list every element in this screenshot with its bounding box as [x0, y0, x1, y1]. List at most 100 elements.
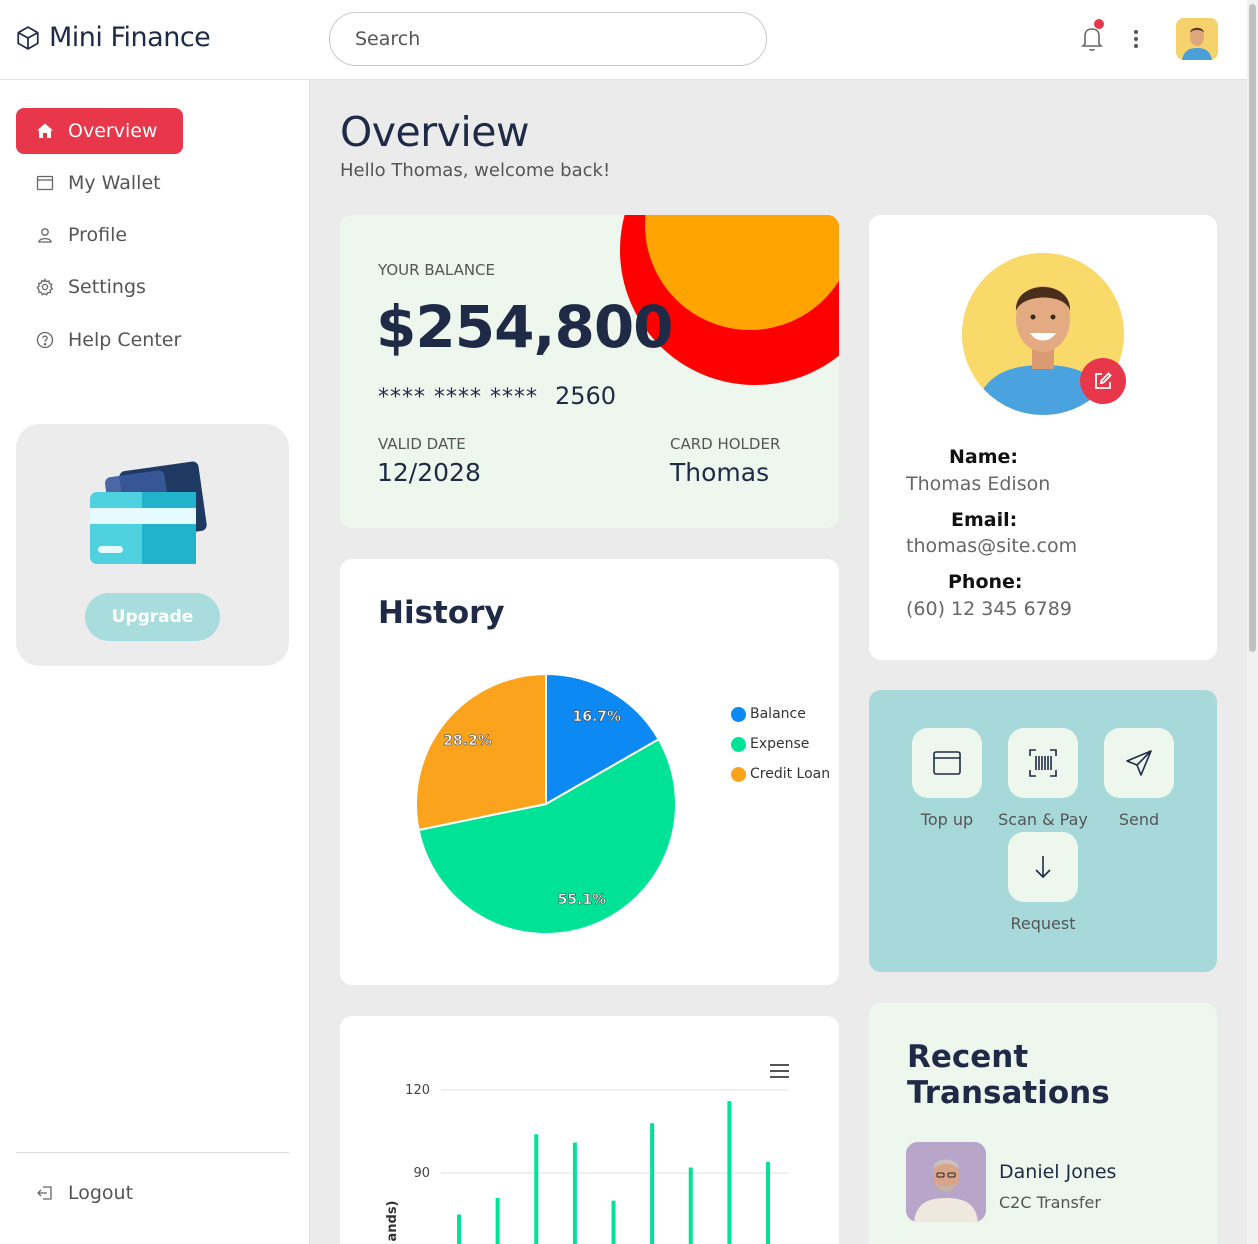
pie-slice-credit-loan[interactable] — [415, 672, 547, 832]
pie-data-label: 55.1% — [558, 892, 607, 908]
sidebar-item-label: Settings — [68, 276, 146, 298]
bar[interactable] — [688, 1167, 693, 1244]
top-header: Mini Finance — [0, 0, 1247, 80]
card-number-last4: 2560 — [555, 382, 617, 410]
top-up-action[interactable]: Top up — [892, 728, 1002, 829]
page-subtitle: Hello Thomas, welcome back! — [340, 160, 611, 181]
page-title: Overview — [340, 108, 530, 156]
legend-item-balance[interactable]: Balance — [731, 699, 830, 729]
email-value: thomas@site.com — [906, 535, 1078, 557]
sidebar-item-label: Overview — [68, 120, 158, 142]
chart-menu-icon[interactable] — [770, 1064, 789, 1078]
sidebar-item-my-wallet[interactable]: My Wallet — [16, 160, 183, 206]
bar[interactable] — [766, 1161, 770, 1244]
upgrade-button[interactable]: Upgrade — [85, 593, 220, 641]
search-input[interactable] — [329, 12, 767, 66]
history-card: History 16.7% 55.1% 28.2% Balance Expense … — [340, 559, 839, 985]
pie-data-label: 28.2% — [443, 733, 492, 749]
legend-item-credit-loan[interactable]: Credit Loan — [731, 759, 830, 789]
request-action[interactable]: Request — [988, 832, 1098, 933]
chart-legend: Balance Expense Credit Loan — [731, 699, 830, 789]
upgrade-card: Upgrade — [16, 424, 289, 666]
bar[interactable] — [495, 1197, 500, 1244]
top-up-label: Top up — [920, 810, 974, 829]
balance-card: YOUR BALANCE $254,800 **** **** **** 256… — [340, 215, 839, 528]
sidebar-item-profile[interactable]: Profile — [16, 212, 183, 258]
sidebar-item-label: My Wallet — [68, 172, 161, 194]
request-label: Request — [1010, 914, 1076, 933]
bar[interactable] — [572, 1142, 577, 1244]
bar[interactable] — [727, 1101, 732, 1244]
sidebar-divider — [16, 1152, 289, 1153]
logout-button[interactable]: Logout — [16, 1170, 216, 1216]
sidebar: Overview My Wallet Profile Settings Help… — [0, 80, 310, 1244]
send-action[interactable]: Send — [1084, 728, 1194, 829]
logout-icon — [37, 1186, 52, 1200]
top-up-button[interactable] — [912, 728, 982, 798]
send-icon — [1126, 750, 1152, 776]
card-number-masked: **** **** **** — [378, 385, 538, 410]
bar[interactable] — [650, 1123, 655, 1244]
help-icon — [36, 331, 54, 349]
recent-transactions-card: Recent Transations Daniel Jones C2C Tran… — [869, 1003, 1217, 1244]
phone-value: (60) 12 345 6789 — [906, 598, 1072, 620]
recent-transactions-title: Recent Transations — [907, 1039, 1110, 1111]
scan-pay-action[interactable]: Scan & Pay — [988, 728, 1098, 829]
cube-icon — [17, 25, 39, 50]
legend-item-expense[interactable]: Expense — [731, 729, 830, 759]
user-icon — [38, 228, 52, 243]
edit-profile-button[interactable] — [1080, 358, 1126, 404]
sidebar-item-label: Help Center — [68, 329, 182, 351]
send-button[interactable] — [1104, 728, 1174, 798]
profile-card: Name: Thomas Edison Email: thomas@site.c… — [869, 215, 1217, 660]
logout-label: Logout — [68, 1182, 134, 1204]
card-holder-label: CARD HOLDER — [670, 435, 781, 453]
balance-label: YOUR BALANCE — [378, 261, 496, 279]
edit-icon — [1095, 372, 1112, 389]
transaction-type: C2C Transfer — [999, 1193, 1101, 1212]
sidebar-item-overview[interactable]: Overview — [16, 108, 183, 154]
request-button[interactable] — [1008, 832, 1078, 902]
wallet-icon — [36, 175, 54, 191]
card-holder-value: Thomas — [670, 458, 770, 487]
gear-icon — [36, 278, 54, 296]
y-tick-label: 90 — [413, 1166, 430, 1181]
more-icon[interactable] — [1127, 26, 1145, 52]
bar[interactable] — [457, 1214, 461, 1244]
credit-cards-illustration — [90, 461, 207, 564]
bar-chart: 120 90 ands) — [385, 1064, 789, 1244]
transaction-avatar — [906, 1142, 986, 1222]
valid-date-value: 12/2028 — [377, 458, 481, 487]
name-label: Name: — [949, 446, 1019, 468]
scan-pay-label: Scan & Pay — [998, 810, 1088, 829]
page-scrollbar[interactable] — [1247, 0, 1258, 1244]
phone-label: Phone: — [948, 571, 1023, 593]
arrow-down-icon — [1035, 856, 1051, 879]
sidebar-item-help-center[interactable]: Help Center — [16, 317, 183, 363]
email-label: Email: — [951, 509, 1018, 531]
sidebar-item-settings[interactable]: Settings — [16, 264, 183, 310]
barcode-icon — [1029, 749, 1057, 777]
scrollbar-thumb[interactable] — [1249, 4, 1256, 652]
legend-dot — [731, 706, 746, 722]
scan-pay-button[interactable] — [1008, 728, 1078, 798]
legend-label: Balance — [750, 706, 806, 722]
transaction-name: Daniel Jones — [999, 1161, 1117, 1183]
home-icon — [37, 123, 53, 138]
bar[interactable] — [611, 1200, 616, 1244]
user-avatar[interactable] — [1176, 18, 1218, 60]
balance-amount: $254,800 — [376, 293, 674, 361]
quick-actions-card: Top up Scan & Pay Send Request — [869, 690, 1217, 972]
y-axis-label: ands) — [385, 1200, 400, 1241]
name-value: Thomas Edison — [906, 473, 1051, 495]
legend-dot — [731, 766, 746, 782]
legend-label: Credit Loan — [750, 766, 831, 782]
send-label: Send — [1118, 810, 1160, 829]
bar[interactable] — [534, 1134, 539, 1244]
legend-label: Expense — [750, 736, 810, 752]
app-name: Mini Finance — [49, 22, 211, 53]
pie-data-label: 16.7% — [573, 709, 622, 725]
sidebar-item-label: Profile — [68, 224, 128, 246]
app-logo[interactable]: Mini Finance — [15, 22, 211, 53]
valid-date-label: VALID DATE — [378, 435, 466, 453]
